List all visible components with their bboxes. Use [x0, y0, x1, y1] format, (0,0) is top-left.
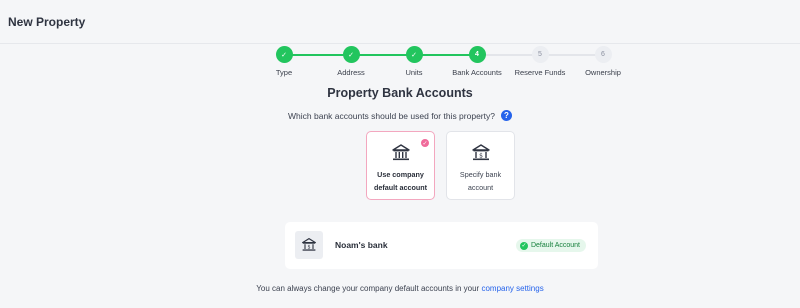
option-specify-bank-account[interactable]: $ Specify bank account — [446, 131, 515, 200]
page-title: New Property — [8, 15, 86, 29]
step-ownership[interactable]: 6 Ownership — [563, 46, 643, 77]
bank-account-card[interactable]: $ Noam's bank ✓ Default Account — [285, 222, 598, 269]
check-icon: ✓ — [342, 46, 360, 63]
step-number: 4 — [468, 46, 486, 63]
check-icon: ✓ — [519, 241, 528, 250]
svg-text:$: $ — [479, 152, 483, 159]
bank-dollar-icon: $ — [295, 231, 323, 259]
default-account-badge: ✓ Default Account — [515, 239, 586, 252]
bank-name: Noam's bank — [335, 240, 388, 250]
option-use-company-default[interactable]: ✓ Use company default account — [366, 131, 435, 200]
footer-note: You can always change your company defau… — [0, 284, 800, 293]
step-label: Ownership — [585, 68, 621, 77]
check-icon: ✓ — [405, 46, 423, 63]
bank-dollar-icon: $ — [447, 143, 514, 163]
question-row: Which bank accounts should be used for t… — [0, 110, 800, 121]
help-icon[interactable]: ? — [500, 110, 512, 121]
footer-text: You can always change your company defau… — [256, 284, 480, 293]
step-number: 6 — [594, 46, 612, 63]
step-number: 5 — [531, 46, 549, 63]
check-icon: ✓ — [275, 46, 293, 63]
selected-check-icon: ✓ — [421, 139, 429, 147]
option-label: Specify bank account — [459, 170, 502, 192]
company-settings-link[interactable]: company settings — [481, 284, 543, 293]
section-title: Property Bank Accounts — [327, 86, 473, 100]
badge-label: Default Account — [530, 242, 580, 249]
option-label: Use company default account — [373, 170, 428, 192]
question-text: Which bank accounts should be used for t… — [288, 110, 495, 121]
header-divider — [0, 43, 800, 44]
stepper: ✓ Type ✓ Address ✓ Units 4 Bank Accounts… — [0, 46, 800, 80]
